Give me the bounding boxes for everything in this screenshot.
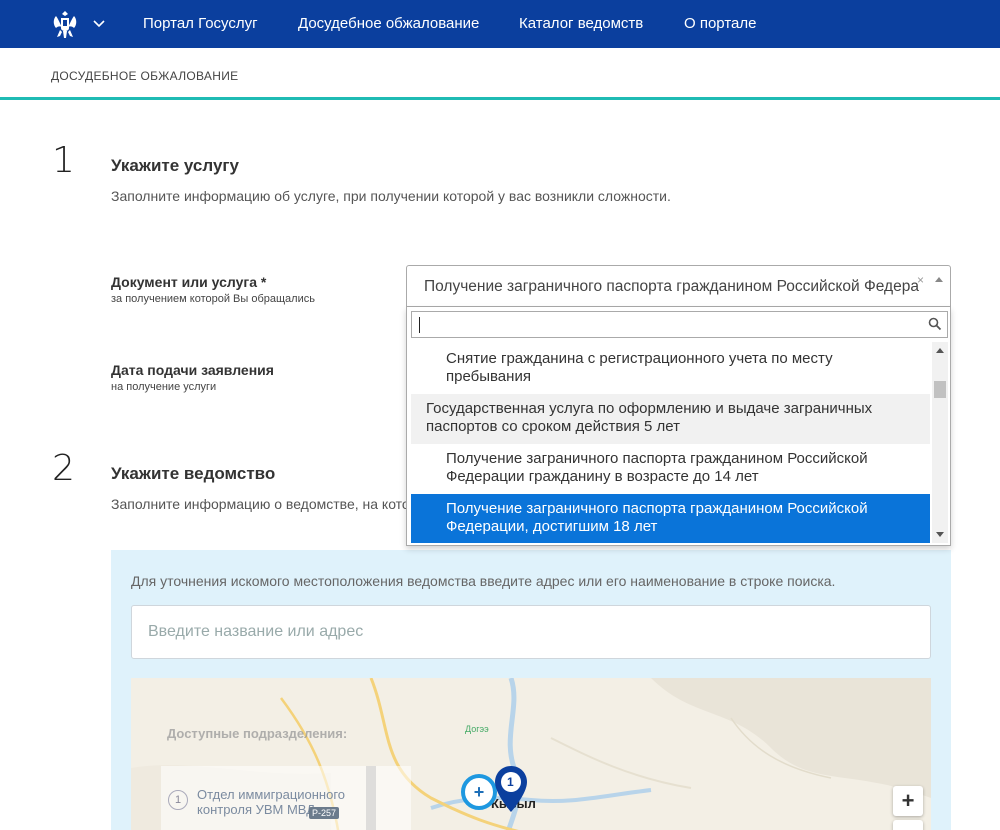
option-line: Государственная услуга по оформлению и в… (426, 400, 873, 417)
zoom-in-button[interactable]: + (893, 786, 923, 816)
option-passport-18-plus[interactable]: Получение заграничного паспорта граждани… (411, 494, 930, 543)
available-units-label: Доступные подразделения: (167, 726, 348, 741)
address-search-input[interactable] (132, 606, 930, 658)
service-field-label: Документ или услуга * (111, 274, 267, 290)
nav-pretrial-appeal[interactable]: Досудебное обжалование (298, 15, 479, 32)
scroll-down-icon[interactable] (936, 532, 944, 537)
units-list-scrollbar[interactable] (366, 766, 376, 830)
date-field-hint: на получение услуги (111, 381, 217, 393)
option-line: Федерации, достигшим 18 лет (446, 518, 658, 535)
service-field-hint: за получением которой Вы обращались (111, 293, 315, 305)
option-line: паспортов со сроком действия 5 лет (426, 418, 680, 435)
service-select-value: Получение заграничного паспорта граждани… (424, 278, 919, 295)
text-cursor (419, 317, 420, 333)
office-number: 1 (168, 790, 188, 810)
option-line: Федерации гражданину в возрасте до 14 ле… (446, 468, 759, 485)
coat-of-arms-icon[interactable] (50, 8, 80, 40)
service-dropdown: Снятие гражданина с регистрационного уче… (406, 307, 951, 546)
step-2-title: Укажите ведомство (111, 464, 276, 483)
pin-count: 1 (507, 775, 514, 789)
breadcrumb-bar: ДОСУДЕБНОЕ ОБЖАЛОВАНИЕ (0, 48, 1000, 100)
top-navigation-bar: Портал Госуслуг Досудебное обжалование К… (0, 0, 1000, 48)
address-search-field[interactable] (131, 605, 931, 659)
option-passport-under-14[interactable]: Получение заграничного паспорта граждани… (411, 444, 930, 494)
option-line: Получение заграничного паспорта граждани… (446, 500, 868, 517)
option-line: Получение заграничного паспорта граждани… (446, 450, 868, 467)
chevron-down-icon[interactable] (93, 17, 105, 29)
scroll-up-icon[interactable] (936, 348, 944, 353)
dropdown-search-input[interactable] (412, 312, 922, 337)
search-icon (928, 317, 942, 331)
dropdown-search-field[interactable] (411, 311, 948, 338)
dropdown-options-list: Снятие гражданина с регистрационного уче… (407, 342, 930, 543)
map-view[interactable]: Доступные подразделения: 1 Отдел иммигра… (131, 678, 931, 830)
dropdown-scrollbar[interactable] (932, 342, 948, 543)
step-1-number: 1 (52, 140, 75, 181)
cluster-marker[interactable]: + (461, 774, 497, 810)
nav-about-portal[interactable]: О портале (684, 15, 756, 32)
service-select[interactable]: Получение заграничного паспорта граждани… (406, 265, 951, 307)
nav-portal-gosuslug[interactable]: Портал Госуслуг (143, 15, 258, 32)
map-pin-icon[interactable] (493, 764, 529, 814)
breadcrumb: ДОСУДЕБНОЕ ОБЖАЛОВАНИЕ (51, 69, 239, 83)
road-badge: Р-257 (309, 807, 340, 819)
step-2-number: 2 (52, 448, 75, 489)
step-1-description: Заполните информацию об услуге, при полу… (111, 188, 671, 204)
option-line: пребывания (446, 368, 531, 385)
agency-location-panel: Для уточнения искомого местоположения ве… (111, 550, 951, 830)
option-line: Снятие гражданина с регистрационного уче… (446, 350, 833, 367)
chevron-up-icon[interactable] (935, 277, 943, 282)
clear-selection-icon[interactable]: × (917, 273, 924, 287)
date-field-label: Дата подачи заявления (111, 362, 274, 378)
zoom-out-button[interactable] (893, 820, 923, 830)
poi-label: Догээ (465, 724, 489, 734)
option-remove-registration[interactable]: Снятие гражданина с регистрационного уче… (411, 344, 930, 394)
option-group-passport-5-years[interactable]: Государственная услуга по оформлению и в… (411, 394, 930, 444)
scrollbar-thumb[interactable] (934, 381, 946, 398)
nav-agency-catalog[interactable]: Каталог ведомств (519, 15, 643, 32)
location-hint: Для уточнения искомого местоположения ве… (131, 573, 836, 589)
step-1-title: Укажите услугу (111, 156, 239, 175)
